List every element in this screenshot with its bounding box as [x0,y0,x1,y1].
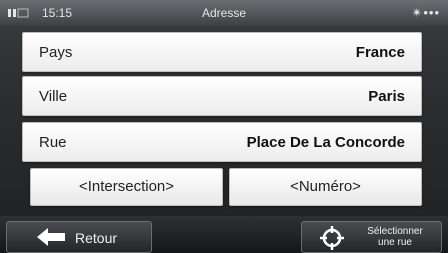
field-value: Paris [368,88,405,105]
back-button[interactable]: Retour [6,221,152,253]
field-label: Pays [39,44,73,61]
select-label-line1: Sélectionner [367,226,423,237]
field-street[interactable]: Rue Place De La Concorde [22,122,422,162]
select-label-line2: une rue [378,237,412,248]
back-label: Retour [75,230,118,246]
field-value: Place De La Concorde [246,134,405,151]
field-label: Ville [39,88,68,105]
intersection-button[interactable]: <Intersection> [30,168,223,206]
status-bar: 15:15 Adresse ✴••• [0,0,448,26]
house-number-button[interactable]: <Numéro> [229,168,422,206]
field-city[interactable]: Ville Paris [22,76,422,116]
satellite-signal-icon: ✴••• [411,5,440,20]
select-street-button[interactable]: Sélectionner une rue [301,221,442,253]
field-label: Rue [39,134,67,151]
select-street-label: Sélectionner une rue [352,226,438,248]
field-value: France [355,44,405,61]
arrow-left-icon [37,228,65,246]
field-country[interactable]: Pays France [22,32,422,72]
screen-title: Adresse [201,6,247,20]
crosshair-icon [320,226,344,250]
